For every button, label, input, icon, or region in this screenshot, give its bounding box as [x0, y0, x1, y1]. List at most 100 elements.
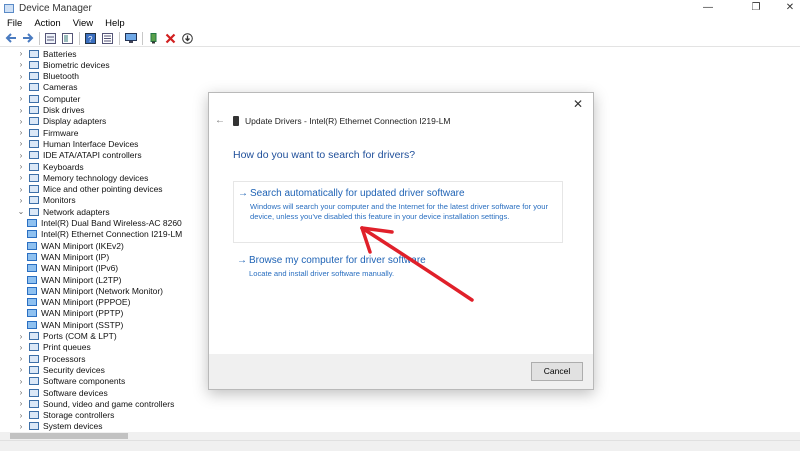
- cancel-button[interactable]: Cancel: [531, 362, 583, 381]
- tree-category[interactable]: › Monitors: [16, 195, 76, 206]
- minimize-button[interactable]: —: [688, 0, 728, 16]
- chevron-right-icon[interactable]: ›: [16, 399, 26, 408]
- chevron-right-icon[interactable]: ›: [16, 72, 26, 81]
- tree-device[interactable]: Intel(R) Dual Band Wireless-AC 8260: [27, 218, 182, 229]
- help-icon[interactable]: ?: [84, 32, 97, 45]
- network-adapter-icon: [27, 275, 37, 284]
- chevron-right-icon[interactable]: ›: [16, 60, 26, 69]
- uninstall-icon[interactable]: [164, 32, 177, 45]
- chevron-right-icon[interactable]: ›: [16, 94, 26, 103]
- device-category-icon: [29, 332, 39, 340]
- tree-category[interactable]: ⌄ Network adapters: [16, 206, 110, 217]
- tree-label: Software components: [43, 376, 126, 387]
- tree-category[interactable]: › Keyboards: [16, 161, 84, 172]
- search-automatically-option[interactable]: → Search automatically for updated drive…: [233, 181, 563, 243]
- scrollbar-thumb[interactable]: [10, 433, 128, 439]
- chevron-right-icon[interactable]: ›: [16, 117, 26, 126]
- chevron-right-icon[interactable]: ›: [16, 377, 26, 386]
- tree-category[interactable]: › Display adapters: [16, 116, 107, 127]
- tree-device[interactable]: WAN Miniport (PPTP): [27, 308, 123, 319]
- horizontal-scrollbar[interactable]: [0, 432, 800, 440]
- device-category-icon: [29, 377, 39, 386]
- monitor-icon[interactable]: [124, 32, 137, 45]
- tree-category[interactable]: › Batteries: [16, 48, 77, 59]
- tree-category[interactable]: › Print queues: [16, 342, 91, 353]
- menu-help[interactable]: Help: [100, 18, 130, 29]
- status-bar: [0, 440, 800, 451]
- tree-label: Print queues: [43, 342, 91, 353]
- list-icon[interactable]: [101, 32, 114, 45]
- tree-label: Security devices: [43, 364, 105, 375]
- tree-category[interactable]: › Human Interface Devices: [16, 138, 139, 149]
- tree-category[interactable]: › Disk drives: [16, 105, 85, 116]
- chevron-right-icon[interactable]: ›: [16, 139, 26, 148]
- chevron-right-icon[interactable]: ›: [16, 343, 26, 352]
- tree-device[interactable]: WAN Miniport (SSTP): [27, 319, 123, 330]
- tree-category[interactable]: › Cameras: [16, 82, 78, 93]
- tree-label: Firmware: [43, 127, 79, 138]
- driver-icon: [233, 116, 239, 126]
- chevron-right-icon[interactable]: ›: [16, 83, 26, 92]
- back-arrow-icon[interactable]: ←: [215, 115, 225, 126]
- tree-category[interactable]: › Software components: [16, 376, 126, 387]
- properties-icon[interactable]: [44, 32, 57, 45]
- tree-category[interactable]: › Biometric devices: [16, 59, 110, 70]
- network-adapter-icon: [27, 286, 37, 295]
- browse-computer-option[interactable]: → Browse my computer for driver software…: [233, 255, 561, 295]
- chevron-right-icon[interactable]: ›: [16, 49, 26, 58]
- chevron-down-icon[interactable]: ⌄: [16, 207, 26, 216]
- menu-action[interactable]: Action: [29, 18, 65, 29]
- tree-category[interactable]: › Bluetooth: [16, 71, 79, 82]
- tree-category[interactable]: › Processors: [16, 353, 86, 364]
- forward-icon[interactable]: [21, 32, 34, 45]
- svg-text:?: ?: [88, 35, 93, 44]
- back-icon[interactable]: [4, 32, 17, 45]
- tree-category[interactable]: › Software devices: [16, 387, 108, 398]
- tree-device[interactable]: WAN Miniport (IKEv2): [27, 240, 124, 251]
- chevron-right-icon[interactable]: ›: [16, 196, 26, 205]
- chevron-right-icon[interactable]: ›: [16, 173, 26, 182]
- tree-device[interactable]: WAN Miniport (PPPOE): [27, 297, 130, 308]
- option-arrow-icon: →: [238, 188, 248, 199]
- chevron-right-icon[interactable]: ›: [16, 185, 26, 194]
- device-category-icon: [29, 354, 39, 363]
- close-window-button[interactable]: ✕: [770, 0, 800, 16]
- tree-category[interactable]: › IDE ATA/ATAPI controllers: [16, 150, 142, 161]
- tree-category[interactable]: › Sound, video and game controllers: [16, 398, 175, 409]
- chevron-right-icon[interactable]: ›: [16, 332, 26, 341]
- tree-device[interactable]: WAN Miniport (IP): [27, 251, 109, 262]
- tree-device[interactable]: WAN Miniport (L2TP): [27, 274, 121, 285]
- menu-file[interactable]: File: [2, 18, 27, 29]
- tree-category[interactable]: › Computer: [16, 93, 81, 104]
- chevron-right-icon[interactable]: ›: [16, 354, 26, 363]
- tree-device[interactable]: WAN Miniport (IPv6): [27, 263, 118, 274]
- dialog-close-button[interactable]: ✕: [571, 97, 585, 111]
- chevron-right-icon[interactable]: ›: [16, 365, 26, 374]
- tree-category[interactable]: › Security devices: [16, 364, 105, 375]
- chevron-right-icon[interactable]: ›: [16, 151, 26, 160]
- tree-label: Keyboards: [43, 161, 84, 172]
- chevron-right-icon[interactable]: ›: [16, 411, 26, 420]
- chevron-right-icon[interactable]: ›: [16, 162, 26, 171]
- show-hide-icon[interactable]: [61, 32, 74, 45]
- tree-label: Intel(R) Dual Band Wireless-AC 8260: [41, 218, 182, 228]
- chevron-right-icon[interactable]: ›: [16, 422, 26, 431]
- tree-category[interactable]: › Firmware: [16, 127, 79, 138]
- tree-label: Batteries: [43, 48, 77, 59]
- device-category-icon: [29, 139, 39, 148]
- tree-category[interactable]: › Storage controllers: [16, 410, 115, 421]
- tree-category[interactable]: › System devices: [16, 421, 103, 432]
- update-driver-icon[interactable]: [147, 32, 160, 45]
- tree-category[interactable]: › Ports (COM & LPT): [16, 331, 117, 342]
- tree-category[interactable]: › Mice and other pointing devices: [16, 184, 163, 195]
- chevron-right-icon[interactable]: ›: [16, 388, 26, 397]
- tree-device[interactable]: WAN Miniport (Network Monitor): [27, 285, 163, 296]
- tree-category[interactable]: › Memory technology devices: [16, 172, 149, 183]
- download-icon[interactable]: [181, 32, 194, 45]
- chevron-right-icon[interactable]: ›: [16, 106, 26, 115]
- menu-view[interactable]: View: [68, 18, 98, 29]
- tree-device[interactable]: Intel(R) Ethernet Connection I219-LM: [27, 229, 182, 240]
- tree-label: System devices: [43, 421, 103, 432]
- chevron-right-icon[interactable]: ›: [16, 128, 26, 137]
- tree-label: WAN Miniport (PPPOE): [41, 297, 131, 308]
